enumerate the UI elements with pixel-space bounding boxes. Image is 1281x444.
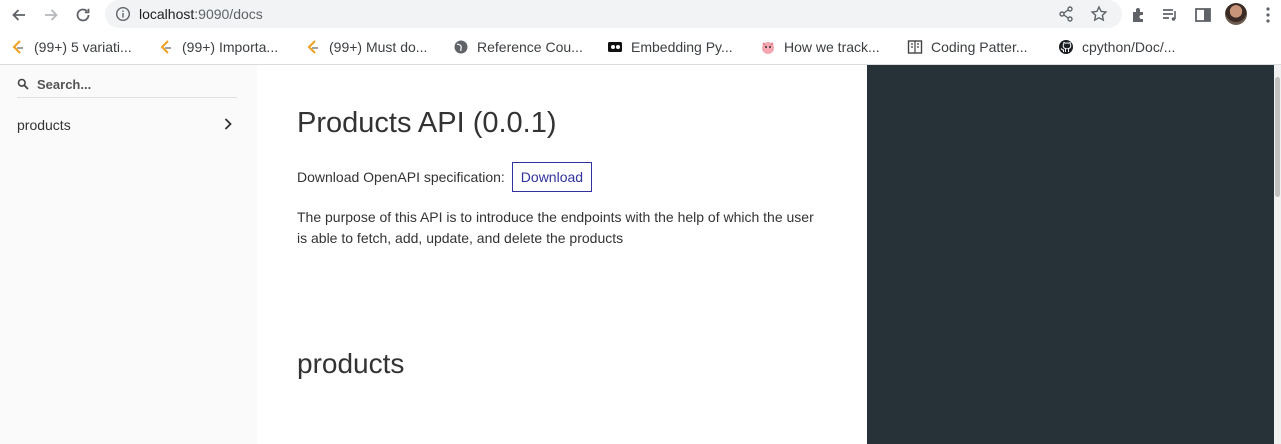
bookmark-label: (99+) 5 variati... [34,39,132,55]
bookmark-label: Embedding Py... [631,39,733,55]
pig-icon [760,39,776,55]
info-icon[interactable] [115,6,131,22]
github-icon [1058,39,1074,55]
bookmark-label: cpython/Doc/... [1082,39,1176,55]
bookmark-item[interactable]: Reference Cou... [453,37,583,57]
globe-icon [453,39,469,55]
section-title: products [297,348,405,379]
bookmark-item[interactable]: (99+) Must do... [305,37,427,57]
download-label: Download OpenAPI specification: [297,169,505,185]
bookmarks-bar: (99+) 5 variati... (99+) Importa... (99+… [0,30,1281,84]
search-box [17,75,237,98]
bookmark-label: (99+) Importa... [182,39,279,55]
right-panel [867,65,1274,444]
back-button[interactable] [8,4,30,26]
forward-button[interactable] [40,4,62,26]
bookmark-star-icon[interactable] [1090,5,1108,23]
bookmark-label: (99+) Must do... [329,39,428,55]
leetcode-icon [158,39,174,55]
bookmark-item[interactable]: (99+) Importa... [158,37,278,57]
search-icon [17,78,29,90]
scrollbar[interactable] [1274,65,1281,444]
bookmark-item[interactable]: Embedding Py... [607,37,733,57]
menu-kebab-icon[interactable] [1258,5,1278,25]
scrollbar-thumb[interactable] [1275,77,1280,197]
bookmark-label: Coding Patter... [931,39,1028,55]
bookmark-label: Reference Cou... [477,39,583,55]
arrow-left-icon [12,9,25,21]
sidebar-item-products[interactable]: products [0,113,257,137]
share-icon[interactable] [1057,5,1075,23]
main-content: Products API (0.0.1) Download OpenAPI sp… [257,65,867,444]
api-description: The purpose of this API is to introduce … [297,209,814,246]
bookmark-item[interactable]: (99+) 5 variati... [10,37,132,57]
leetcode-icon [305,39,321,55]
bookmark-item[interactable]: Coding Patter... [907,37,1028,57]
side-panel-icon[interactable] [1193,5,1213,25]
extensions-icon[interactable] [1129,5,1149,25]
search-input[interactable] [37,75,232,93]
address-bar[interactable]: localhost:9090/docs [105,0,1122,28]
download-row: Download OpenAPI specification: Download [297,162,593,192]
url-text: localhost:9090/docs [139,6,263,22]
profile-avatar[interactable] [1225,3,1247,25]
reload-icon [76,8,90,22]
sidebar: products [0,65,257,444]
leetcode-icon [10,39,26,55]
bookmark-item[interactable]: cpython/Doc/... [1058,37,1175,57]
chevron-right-icon [224,118,232,130]
reload-button[interactable] [72,4,94,26]
arrow-right-icon [45,9,58,21]
bookmark-item[interactable]: How we track... [760,37,880,57]
media-icon [607,39,623,55]
book-icon [907,39,923,55]
sidebar-item-label: products [17,117,71,133]
page-title: Products API (0.0.1) [297,107,557,139]
bookmark-label: How we track... [784,39,880,55]
reading-list-icon[interactable] [1160,5,1180,25]
download-button[interactable]: Download [511,162,593,192]
browser-toolbar: localhost:9090/docs [0,0,1281,30]
